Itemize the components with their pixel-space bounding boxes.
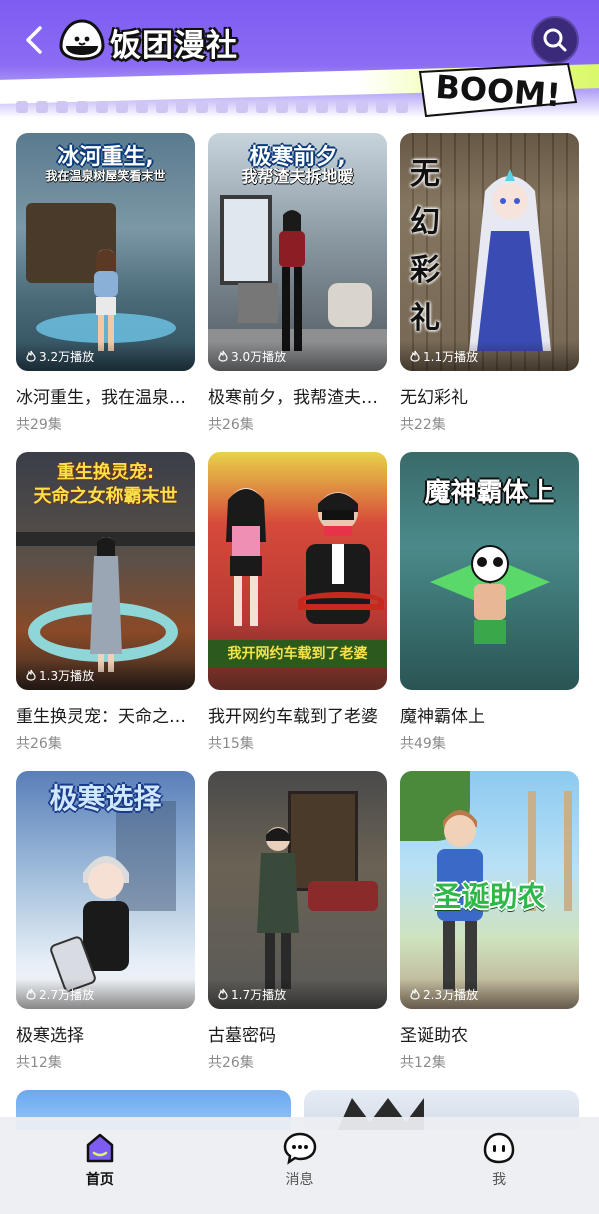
comic-title: 魔神霸体上 — [400, 707, 485, 727]
comic-title: 我开网约车载到了老婆 — [208, 707, 378, 727]
episode-count: 共12集 — [16, 1055, 62, 1071]
tab-profile[interactable]: 我 — [399, 1117, 599, 1214]
cover-vertical-title: 无幻彩礼 — [410, 157, 440, 336]
comic-cover: 魔神霸体上 — [400, 452, 579, 690]
tab-label: 消息 — [285, 1172, 314, 1188]
character-figure — [257, 827, 299, 989]
character-figure — [89, 537, 122, 672]
comic-cover: 我开网约车载到了老婆 — [208, 452, 387, 690]
character-figure — [469, 169, 551, 351]
play-count-text: 1.7万播放 — [231, 987, 287, 1002]
comic-card[interactable]: 极寒选择 2.7万播放 极寒选择 共12集 — [16, 771, 195, 1072]
play-count: 2.7万播放 — [16, 979, 195, 1009]
character-figure — [226, 488, 266, 626]
play-count-text: 1.3万播放 — [39, 668, 95, 683]
boom-badge: BOOM! — [418, 62, 578, 118]
app-name: 饭团漫社 — [110, 28, 238, 64]
flame-icon — [26, 669, 36, 681]
character-figure — [471, 545, 509, 644]
tab-messages[interactable]: 消息 — [200, 1117, 400, 1214]
play-count-text: 3.2万播放 — [39, 349, 95, 364]
comic-card[interactable]: 我开网约车载到了老婆 我开网约车载到了老婆 共15集 — [208, 452, 387, 753]
comic-card[interactable]: 重生换灵宠: 天命之女称霸末世 1.3万播放 重生换灵宠：天命之女称霸末世 共2… — [16, 452, 195, 753]
back-button[interactable] — [18, 22, 50, 58]
episode-count: 共22集 — [400, 417, 446, 433]
comic-title: 无幻彩礼 — [400, 388, 468, 408]
episode-count: 共26集 — [208, 1055, 254, 1071]
comic-card[interactable]: 1.7万播放 古墓密码 共26集 — [208, 771, 387, 1072]
play-count: 2.3万播放 — [400, 979, 579, 1009]
comic-title: 极寒选择 — [16, 1026, 84, 1046]
bottom-tab-bar: 首页 消息 我 — [0, 1117, 599, 1214]
app-header: 饭团漫社 BOOM! — [0, 0, 599, 118]
comic-card[interactable]: 极寒前夕, 我帮渣夫拆地暖 3.0万播放 极寒前夕，我帮渣夫拆地暖 共26集 — [208, 133, 387, 434]
cover-banner-text: 我开网约车载到了老婆 — [208, 640, 387, 668]
comic-cover: 无幻彩礼 1.1万播放 — [400, 133, 579, 371]
decorative-dot-strip — [16, 101, 408, 113]
play-count: 3.0万播放 — [208, 341, 387, 371]
play-count: 1.3万播放 — [16, 660, 195, 690]
comic-card[interactable]: 圣诞助农 2.3万播放 圣诞助农 共12集 — [400, 771, 579, 1072]
episode-count: 共15集 — [208, 736, 254, 752]
comic-title: 极寒前夕，我帮渣夫拆地暖 — [208, 388, 387, 408]
comic-cover: 冰河重生, 我在温泉树屋笑看末世 3.2万播放 — [16, 133, 195, 371]
search-icon — [543, 28, 567, 52]
comic-cover: 极寒前夕, 我帮渣夫拆地暖 3.0万播放 — [208, 133, 387, 371]
flame-icon — [410, 350, 420, 362]
comic-title: 圣诞助农 — [400, 1026, 468, 1046]
comic-card[interactable]: 魔神霸体上 魔神霸体上 共49集 — [400, 452, 579, 753]
cover-subtitle-text: 我在温泉树屋笑看末世 — [45, 169, 166, 183]
cover-title-text: 魔神霸体上 — [424, 478, 555, 508]
play-count: 1.1万播放 — [400, 341, 579, 371]
comic-cover: 重生换灵宠: 天命之女称霸末世 1.3万播放 — [16, 452, 195, 690]
comic-cover: 极寒选择 2.7万播放 — [16, 771, 195, 1009]
comic-title: 冰河重生，我在温泉树屋笑看末世 — [16, 388, 195, 408]
episode-count: 共26集 — [208, 417, 254, 433]
comic-title: 重生换灵宠：天命之女称霸末世 — [16, 707, 195, 727]
play-count: 1.7万播放 — [208, 979, 387, 1009]
comic-cover: 1.7万播放 — [208, 771, 387, 1009]
flame-icon — [26, 350, 36, 362]
profile-icon — [483, 1132, 515, 1164]
character-figure — [93, 249, 118, 351]
character-figure — [279, 210, 305, 351]
cover-title-text: 圣诞助农 — [433, 880, 546, 913]
episode-count: 共49集 — [400, 736, 446, 752]
search-button[interactable] — [531, 16, 579, 64]
chevron-left-icon — [26, 26, 42, 54]
flame-icon — [410, 988, 420, 1000]
tab-label: 我 — [492, 1172, 507, 1188]
flame-icon — [26, 988, 36, 1000]
cover-title-text: 极寒选择 — [49, 782, 162, 815]
comic-card[interactable]: 无幻彩礼 1.1万播放 无幻彩礼 共22集 — [400, 133, 579, 434]
home-icon — [86, 1133, 114, 1163]
message-icon — [283, 1132, 316, 1165]
tab-label: 首页 — [85, 1172, 114, 1188]
episode-count: 共26集 — [16, 736, 62, 752]
play-count-text: 2.3万播放 — [423, 987, 479, 1002]
play-count-text: 1.1万播放 — [423, 349, 479, 364]
episode-count: 共12集 — [400, 1055, 446, 1071]
episode-count: 共29集 — [16, 417, 62, 433]
flame-icon — [218, 988, 228, 1000]
cover-title-text: 重生换灵宠: — [56, 462, 155, 483]
tab-home[interactable]: 首页 — [0, 1117, 200, 1214]
cover-subtitle-text: 天命之女称霸末世 — [33, 486, 178, 507]
play-count-text: 3.0万播放 — [231, 349, 287, 364]
flame-icon — [218, 350, 228, 362]
rice-ball-logo-icon — [59, 19, 105, 61]
comic-card[interactable]: 冰河重生, 我在温泉树屋笑看末世 3.2万播放 冰河重生，我在温泉树屋笑看末世 … — [16, 133, 195, 434]
comic-cover: 圣诞助农 2.3万播放 — [400, 771, 579, 1009]
play-count: 3.2万播放 — [16, 341, 195, 371]
cover-subtitle-text: 我帮渣夫拆地暖 — [241, 167, 354, 186]
play-count-text: 2.7万播放 — [39, 987, 95, 1002]
comic-title: 古墓密码 — [208, 1026, 276, 1046]
